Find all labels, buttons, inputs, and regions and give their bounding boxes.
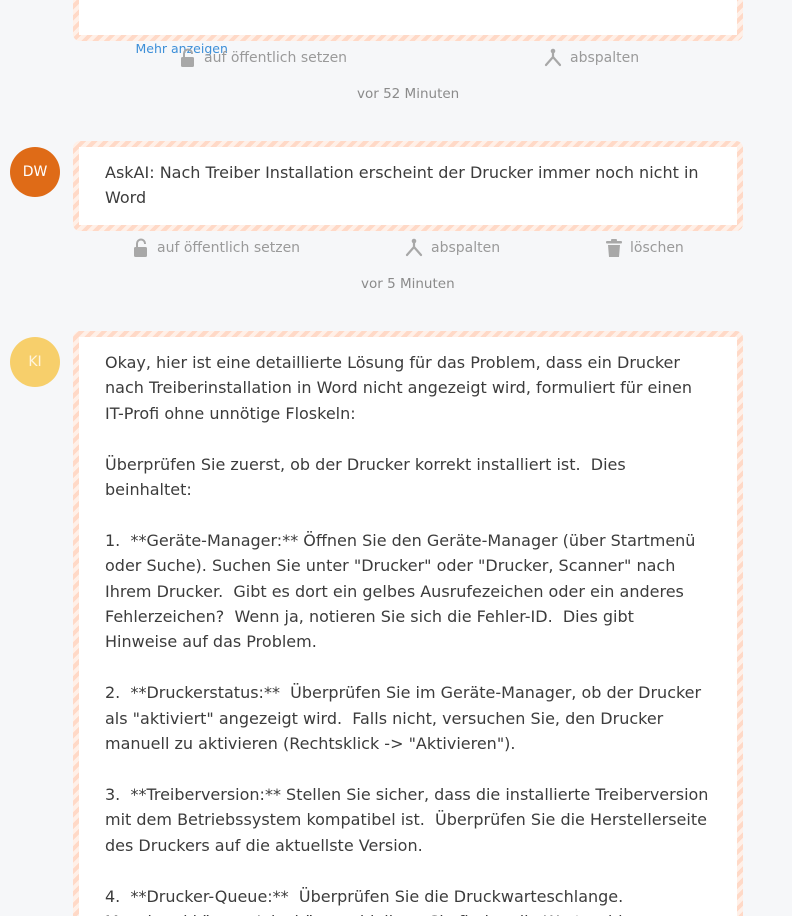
chat-thread: Mehr anzeigen auf öffentlich setzen absp…	[0, 0, 792, 916]
set-public-label: auf öffentlich setzen	[204, 50, 348, 66]
split-button[interactable]: abspalten	[542, 48, 639, 68]
timestamp: vor 52 Minuten	[357, 86, 460, 102]
delete-button[interactable]: löschen	[604, 238, 684, 258]
delete-label: löschen	[630, 240, 684, 256]
message-text: Okay, hier ist eine detaillierte Lösung …	[79, 337, 737, 916]
message-bubble-ai: Okay, hier ist eine detaillierte Lösung …	[73, 331, 743, 916]
set-public-button[interactable]: auf öffentlich setzen	[131, 238, 300, 258]
set-public-button[interactable]: auf öffentlich setzen	[178, 48, 347, 68]
split-label: abspalten	[570, 50, 640, 66]
message-bubble-previous: Mehr anzeigen	[73, 0, 743, 56]
unlock-icon	[181, 48, 194, 67]
trash-icon	[606, 239, 622, 257]
message-text: AskAI: Nach Treiber Installation erschei…	[79, 147, 737, 225]
split-icon	[544, 48, 562, 67]
timestamp: vor 5 Minuten	[361, 276, 455, 292]
set-public-label: auf öffentlich setzen	[157, 240, 301, 256]
unlock-icon	[134, 238, 147, 257]
avatar: KI	[10, 337, 60, 387]
message-bubble-user: AskAI: Nach Treiber Installation erschei…	[73, 141, 743, 231]
avatar: DW	[10, 147, 60, 197]
split-icon	[405, 238, 423, 257]
split-button[interactable]: abspalten	[403, 238, 500, 258]
split-label: abspalten	[431, 240, 501, 256]
